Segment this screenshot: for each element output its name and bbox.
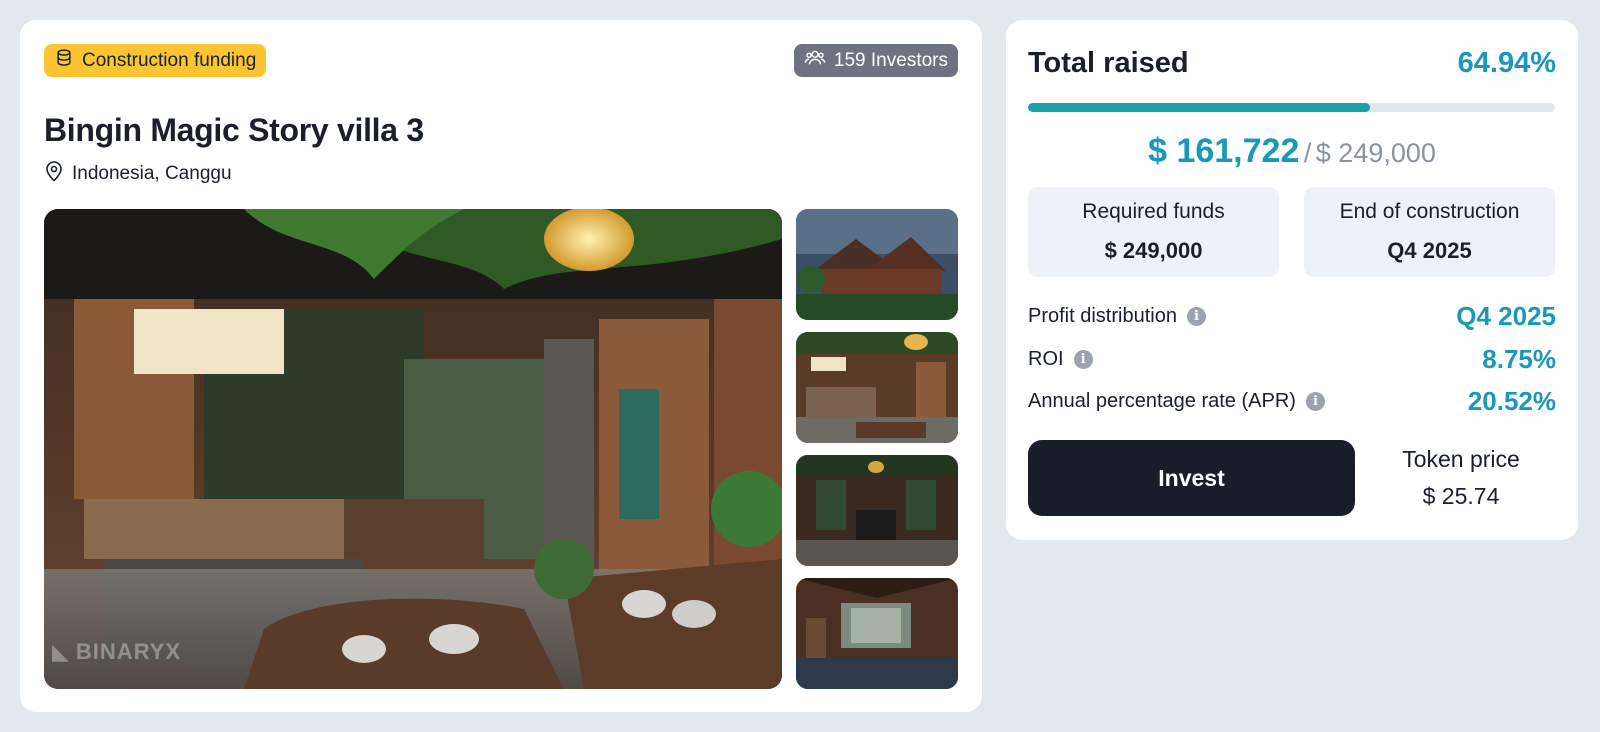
required-funds-box: Required funds $ 249,000 — [1028, 187, 1279, 277]
info-icon[interactable]: i — [1073, 349, 1093, 369]
funding-card: Total raised 64.94% $ 161,722 / $ 249,00… — [1006, 20, 1578, 540]
main-photo[interactable]: ◣ BINARYX — [44, 209, 782, 689]
total-raised-percent: 64.94% — [1457, 47, 1556, 79]
required-funds-label: Required funds — [1082, 200, 1225, 223]
property-location: Indonesia, Canggu — [44, 160, 232, 188]
thumbnail-list — [796, 209, 958, 701]
thumbnail-villa-exterior[interactable] — [796, 209, 958, 320]
total-raised-label: Total raised — [1028, 47, 1189, 79]
info-icon[interactable]: i — [1186, 306, 1206, 326]
end-of-construction-value: Q4 2025 — [1387, 238, 1472, 263]
invest-button[interactable]: Invest — [1028, 440, 1355, 516]
profit-distribution-row: Profit distribution i Q4 2025 — [1028, 301, 1556, 331]
end-of-construction-box: End of construction Q4 2025 — [1304, 187, 1555, 277]
map-pin-icon — [44, 160, 64, 188]
roi-row: ROI i 8.75% — [1028, 344, 1556, 374]
raised-summary: $ 161,722 / $ 249,000 — [1006, 132, 1578, 171]
profit-distribution-label: Profit distribution — [1028, 304, 1177, 327]
property-card: Construction funding 159 Investors Bingi… — [20, 20, 982, 712]
location-text: Indonesia, Canggu — [72, 163, 232, 184]
watermark: ◣ BINARYX — [52, 639, 182, 664]
thumbnail-lounge-fireplace[interactable] — [796, 455, 958, 566]
users-icon — [804, 47, 826, 75]
apr-value: 20.52% — [1467, 385, 1556, 416]
funding-progress-bar — [1028, 103, 1555, 112]
token-price-value: $ 25.74 — [1422, 483, 1500, 509]
token-price-label: Token price — [1402, 446, 1520, 472]
investors-badge: 159 Investors — [793, 44, 958, 77]
raised-separator: / — [1303, 138, 1312, 168]
thumbnail-living-room[interactable] — [796, 332, 958, 443]
coins-stack-icon — [54, 48, 74, 74]
end-of-construction-label: End of construction — [1339, 200, 1520, 223]
binaryx-logo-icon: ◣ — [52, 639, 70, 664]
apr-row: Annual percentage rate (APR) i 20.52% — [1028, 386, 1556, 416]
funding-progress-fill — [1028, 103, 1371, 112]
roi-label: ROI — [1028, 347, 1064, 370]
thumbnail-bedroom[interactable] — [796, 578, 958, 689]
info-icon[interactable]: i — [1305, 391, 1325, 411]
raised-amount: $ 161,722 — [1148, 132, 1300, 170]
raised-goal: $ 249,000 — [1315, 138, 1436, 168]
investors-count: 159 Investors — [833, 49, 948, 71]
roi-value: 8.75% — [1482, 343, 1556, 374]
apr-label: Annual percentage rate (APR) — [1028, 389, 1296, 412]
badge-label: Construction funding — [82, 49, 257, 71]
property-title: Bingin Magic Story villa 3 — [44, 112, 424, 148]
token-price: Token price $ 25.74 — [1366, 446, 1556, 510]
profit-distribution-value: Q4 2025 — [1456, 300, 1556, 331]
construction-badge: Construction funding — [44, 44, 267, 77]
required-funds-value: $ 249,000 — [1104, 238, 1203, 263]
